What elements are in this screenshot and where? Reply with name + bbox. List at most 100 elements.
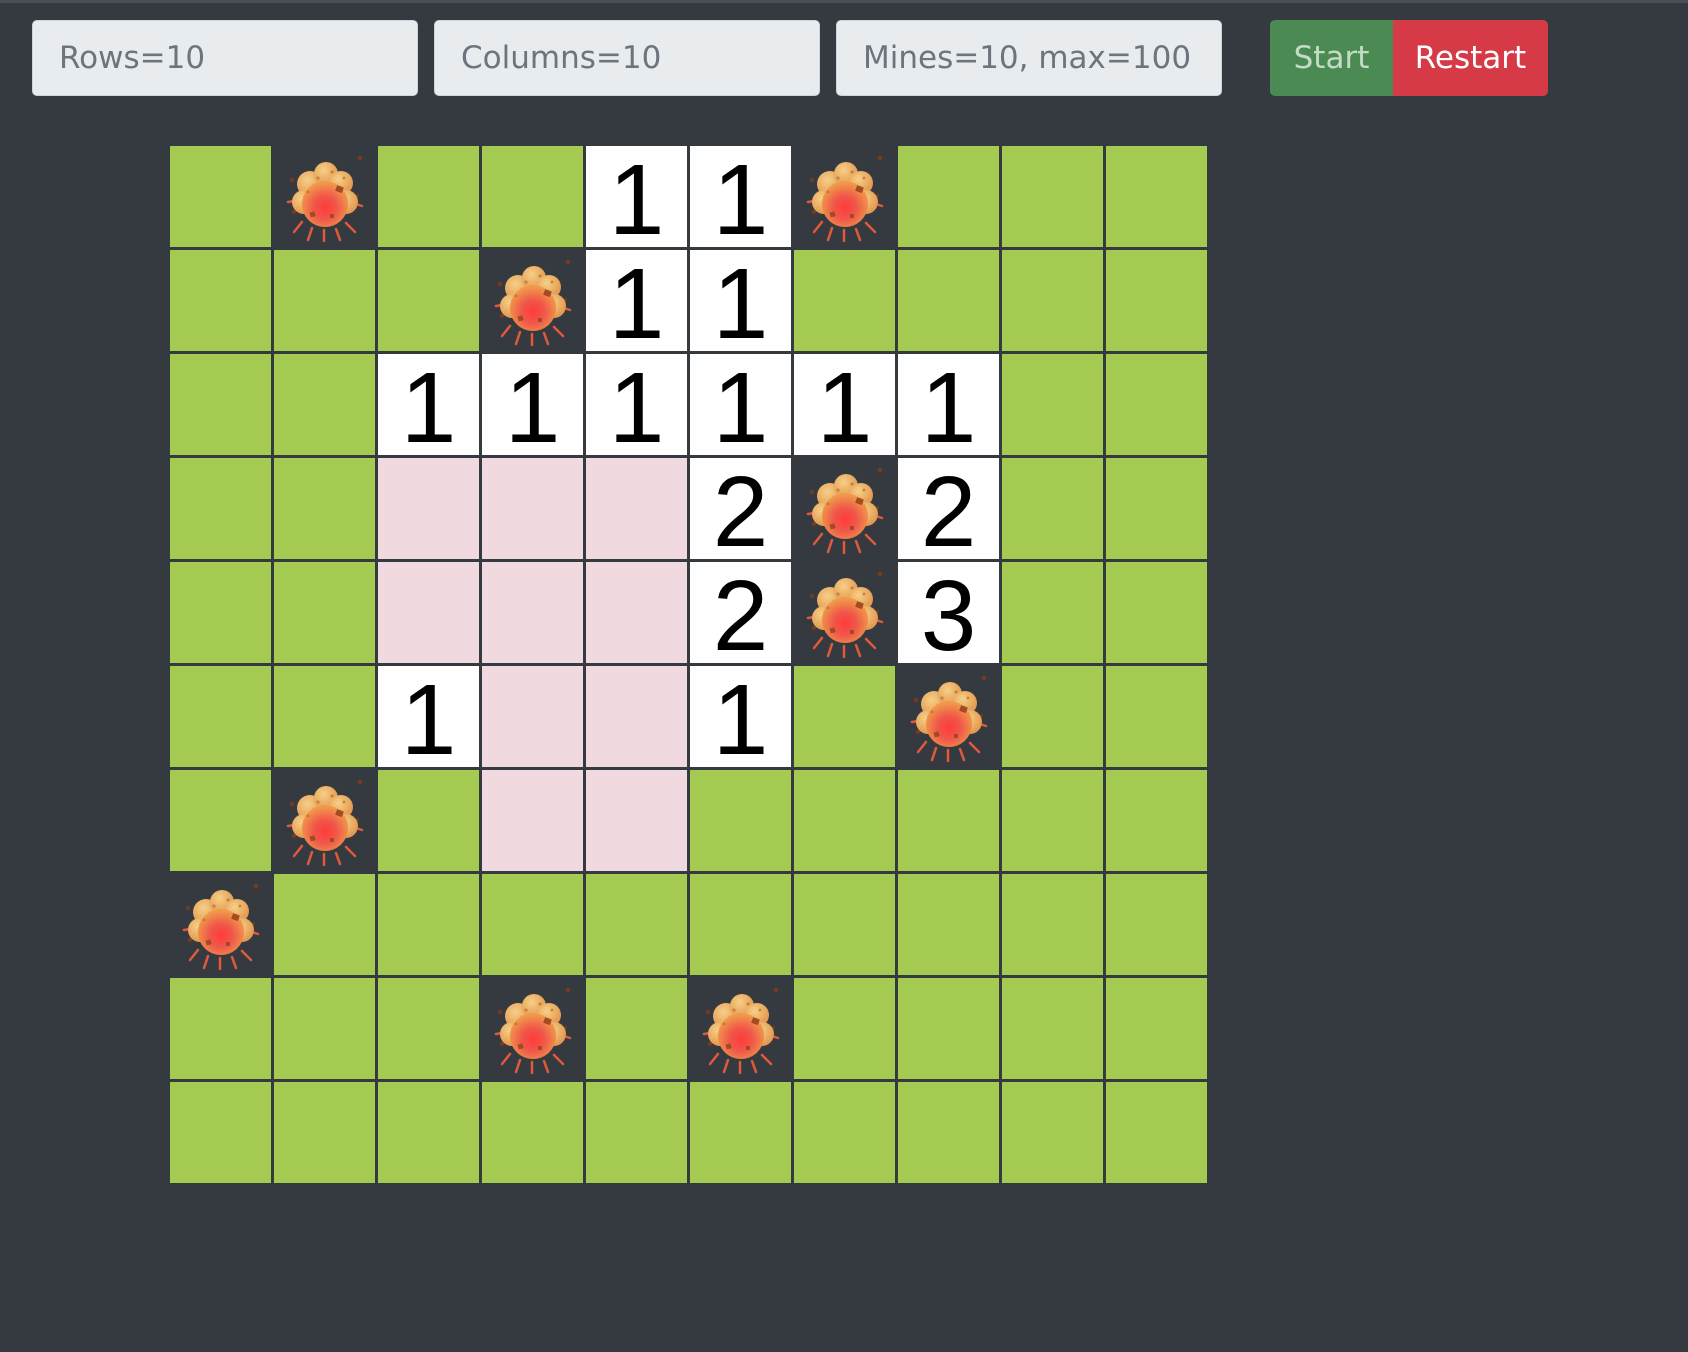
board-cell[interactable] bbox=[482, 874, 583, 975]
board-cell[interactable] bbox=[794, 250, 895, 351]
mines-input[interactable] bbox=[836, 20, 1222, 96]
board-cell[interactable] bbox=[170, 978, 271, 1079]
board-cell[interactable] bbox=[274, 562, 375, 663]
cell-number: 1 bbox=[400, 354, 457, 456]
board-cell[interactable] bbox=[482, 146, 583, 247]
board-cell[interactable] bbox=[378, 770, 479, 871]
board-cell[interactable] bbox=[274, 666, 375, 767]
board-cell[interactable] bbox=[1002, 458, 1103, 559]
restart-button[interactable]: Restart bbox=[1393, 20, 1548, 96]
board-cell[interactable] bbox=[170, 1082, 271, 1183]
board-cell[interactable] bbox=[1002, 354, 1103, 455]
cell-number: 1 bbox=[504, 354, 561, 456]
cell-number: 2 bbox=[712, 562, 769, 664]
cell-number: 1 bbox=[712, 354, 769, 456]
board-cell[interactable] bbox=[794, 770, 895, 871]
board-cell[interactable] bbox=[274, 354, 375, 455]
board-cell[interactable] bbox=[898, 250, 999, 351]
board-cell[interactable] bbox=[378, 146, 479, 247]
board-cell[interactable] bbox=[1106, 770, 1207, 871]
board-cell[interactable] bbox=[898, 874, 999, 975]
board-cell bbox=[274, 146, 375, 247]
board-cell bbox=[482, 250, 583, 351]
board-cell[interactable] bbox=[898, 978, 999, 1079]
board-cell[interactable] bbox=[586, 978, 687, 1079]
board-cell[interactable] bbox=[1106, 354, 1207, 455]
board-cell[interactable] bbox=[794, 874, 895, 975]
board-cell[interactable] bbox=[274, 874, 375, 975]
board-cell[interactable] bbox=[274, 250, 375, 351]
board-cell[interactable] bbox=[690, 1082, 791, 1183]
cell-number: 1 bbox=[712, 146, 769, 248]
start-button[interactable]: Start bbox=[1270, 20, 1393, 96]
board-cell[interactable] bbox=[170, 354, 271, 455]
board-cell[interactable] bbox=[1002, 666, 1103, 767]
cell-number: 3 bbox=[920, 562, 977, 664]
board-cell[interactable] bbox=[1002, 250, 1103, 351]
board-cell[interactable] bbox=[1106, 666, 1207, 767]
board-cell[interactable] bbox=[1106, 458, 1207, 559]
board-cell[interactable] bbox=[586, 874, 687, 975]
board-cell bbox=[482, 978, 583, 1079]
board-cell[interactable] bbox=[170, 146, 271, 247]
cell-number: 1 bbox=[608, 146, 665, 248]
board-cell bbox=[482, 458, 583, 559]
board-cell[interactable] bbox=[274, 458, 375, 559]
board-cell[interactable] bbox=[482, 1082, 583, 1183]
cell-number: 1 bbox=[608, 354, 665, 456]
board-cell bbox=[898, 666, 999, 767]
board-cell[interactable] bbox=[1106, 874, 1207, 975]
board-cell[interactable] bbox=[274, 978, 375, 1079]
board-cell[interactable] bbox=[794, 1082, 895, 1183]
board-cell bbox=[794, 458, 895, 559]
board-cell[interactable] bbox=[378, 874, 479, 975]
board-cell[interactable] bbox=[898, 770, 999, 871]
board-cell[interactable] bbox=[586, 1082, 687, 1183]
board-cell[interactable] bbox=[1002, 874, 1103, 975]
rows-input[interactable] bbox=[32, 20, 418, 96]
board-cell[interactable] bbox=[1002, 562, 1103, 663]
board-cell: 1 bbox=[586, 250, 687, 351]
board-cell[interactable] bbox=[170, 458, 271, 559]
board-cell[interactable] bbox=[1002, 1082, 1103, 1183]
board-cell[interactable] bbox=[1106, 250, 1207, 351]
board-cell[interactable] bbox=[378, 1082, 479, 1183]
board-cell[interactable] bbox=[794, 666, 895, 767]
board-cell[interactable] bbox=[170, 562, 271, 663]
cell-number: 1 bbox=[920, 354, 977, 456]
board-cell[interactable] bbox=[1106, 146, 1207, 247]
board-cell: 1 bbox=[898, 354, 999, 455]
board-cell[interactable] bbox=[170, 770, 271, 871]
board-cell[interactable] bbox=[690, 770, 791, 871]
game-controls: Start Restart bbox=[1270, 20, 1548, 96]
explosion-icon bbox=[696, 984, 786, 1074]
board-cell bbox=[586, 666, 687, 767]
board-cell[interactable] bbox=[378, 250, 479, 351]
explosion-icon bbox=[280, 776, 370, 866]
board-cell[interactable] bbox=[170, 666, 271, 767]
minesweeper-board: 1111111111222311 bbox=[170, 146, 1207, 1183]
board-cell bbox=[794, 146, 895, 247]
board-cell[interactable] bbox=[1106, 1082, 1207, 1183]
board-cell[interactable] bbox=[690, 874, 791, 975]
board-cell[interactable] bbox=[1106, 562, 1207, 663]
board-cell: 1 bbox=[482, 354, 583, 455]
board-cell[interactable] bbox=[1106, 978, 1207, 1079]
board-cell[interactable] bbox=[274, 1082, 375, 1183]
columns-input[interactable] bbox=[434, 20, 820, 96]
board-cell: 3 bbox=[898, 562, 999, 663]
explosion-icon bbox=[904, 672, 994, 762]
board-cell[interactable] bbox=[794, 978, 895, 1079]
board-cell[interactable] bbox=[898, 146, 999, 247]
board-cell[interactable] bbox=[1002, 770, 1103, 871]
board-cell[interactable] bbox=[1002, 146, 1103, 247]
board-cell[interactable] bbox=[378, 978, 479, 1079]
board-cell[interactable] bbox=[1002, 978, 1103, 1079]
board-cell[interactable] bbox=[898, 1082, 999, 1183]
board-cell bbox=[378, 562, 479, 663]
cell-number: 1 bbox=[712, 250, 769, 352]
explosion-icon bbox=[800, 464, 890, 554]
board-cell bbox=[482, 770, 583, 871]
cell-number: 1 bbox=[712, 666, 769, 768]
board-cell[interactable] bbox=[170, 250, 271, 351]
